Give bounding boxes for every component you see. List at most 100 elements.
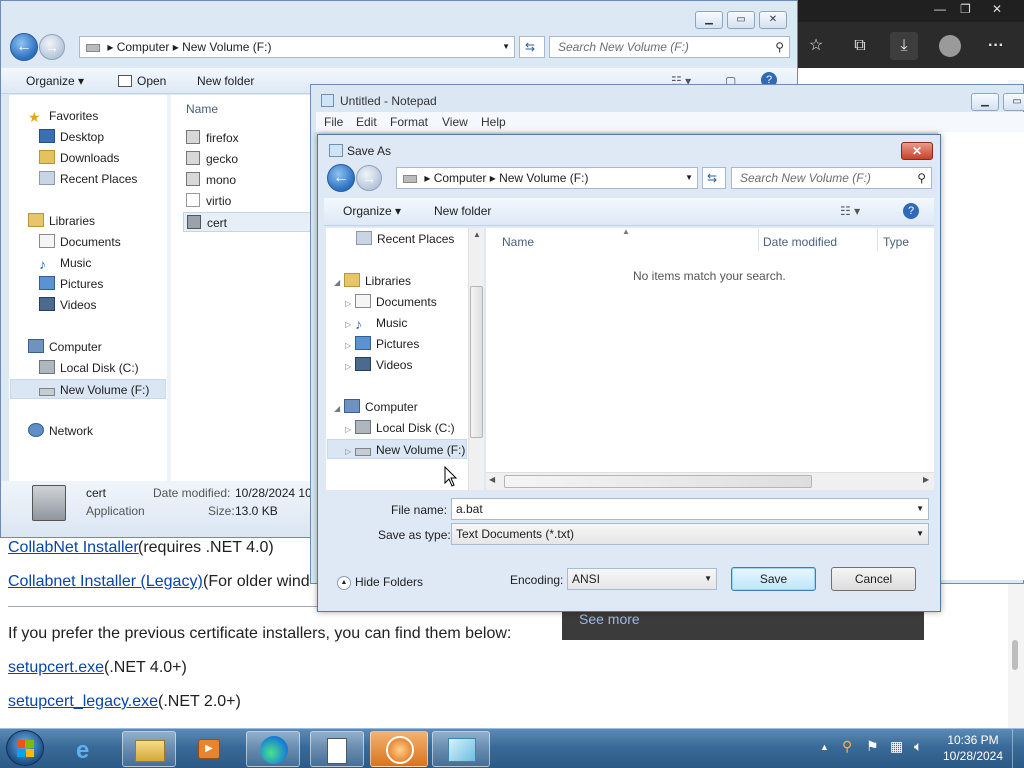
dialog-address-bar[interactable]: ▸ Computer ▸ New Volume (F:) ▼ xyxy=(396,167,698,189)
browser-close-button[interactable]: ✕ xyxy=(992,2,1002,16)
menu-format[interactable]: Format xyxy=(390,115,428,129)
nav-downloads[interactable]: Downloads xyxy=(39,148,119,168)
nav-desktop[interactable]: Desktop xyxy=(39,127,104,147)
horizontal-scrollbar[interactable]: ◀ ▶ xyxy=(486,472,934,490)
breadcrumb-volume[interactable]: New Volume (F:) xyxy=(499,171,588,185)
column-header-date-modified[interactable]: Date modified xyxy=(763,235,837,249)
tree-new-volume[interactable]: ▷ New Volume (F:) xyxy=(327,439,467,459)
tree-documents[interactable]: ▷ Documents xyxy=(345,292,437,312)
menu-edit[interactable]: Edit xyxy=(356,115,377,129)
back-arrow-icon[interactable]: ← xyxy=(327,164,355,192)
tree-local-disk[interactable]: ▷ Local Disk (C:) xyxy=(345,418,455,438)
file-name-input[interactable]: a.bat ▼ xyxy=(451,498,929,520)
setupcert-link[interactable]: setupcert.exe xyxy=(8,659,104,677)
tree-libraries[interactable]: ◢ Libraries xyxy=(334,271,411,291)
tree-computer[interactable]: ◢ Computer xyxy=(334,397,418,417)
save-button[interactable]: Save xyxy=(731,567,816,591)
menu-help[interactable]: Help xyxy=(481,115,506,129)
see-more-link[interactable]: See more xyxy=(579,611,640,627)
nav-pictures[interactable]: Pictures xyxy=(39,274,103,294)
network-tray-icon[interactable]: ▦ xyxy=(890,738,903,755)
show-desktop-button[interactable] xyxy=(1012,729,1024,768)
list-item[interactable]: gecko xyxy=(186,149,238,169)
notepad-text-area[interactable] xyxy=(938,132,1024,580)
menu-view[interactable]: View xyxy=(442,115,468,129)
new-folder-button[interactable]: New folder xyxy=(434,204,491,218)
list-item-selected[interactable]: cert xyxy=(183,212,311,232)
nav-recent-places[interactable]: Recent Places xyxy=(39,169,137,189)
forward-arrow-icon[interactable]: → xyxy=(356,165,382,191)
action-center-flag-icon[interactable]: ⚑ xyxy=(866,738,879,755)
maximize-button[interactable]: ▭ xyxy=(727,11,755,29)
installer-app-icon[interactable] xyxy=(370,731,428,767)
scroll-left-icon[interactable]: ◀ xyxy=(489,475,495,484)
profile-avatar-icon[interactable] xyxy=(936,32,964,60)
minimize-button[interactable]: ▁ xyxy=(971,93,999,111)
breadcrumb-computer[interactable]: Computer xyxy=(117,40,170,54)
scrollbar-thumb[interactable] xyxy=(470,286,483,438)
tree-recent-places[interactable]: Recent Places xyxy=(356,229,454,249)
search-input[interactable]: Search New Volume (F:) ⚲ xyxy=(549,36,790,58)
setupcert-legacy-link[interactable]: setupcert_legacy.exe xyxy=(8,693,158,711)
search-icon[interactable]: ⚲ xyxy=(775,37,784,57)
edge-icon[interactable] xyxy=(246,731,300,767)
view-options-icon[interactable]: ☷ ▾ xyxy=(840,204,860,218)
tree-videos[interactable]: ▷ Videos xyxy=(345,355,412,375)
breadcrumb-volume[interactable]: New Volume (F:) xyxy=(182,40,271,54)
collapsed-arrow-icon[interactable]: ▷ xyxy=(345,420,355,440)
collapsed-arrow-icon[interactable]: ▷ xyxy=(345,294,355,314)
search-icon[interactable]: ⚲ xyxy=(917,168,926,188)
maximize-button[interactable]: ▭ xyxy=(1003,93,1024,111)
nav-documents[interactable]: Documents xyxy=(39,232,121,252)
collapsed-arrow-icon[interactable]: ▷ xyxy=(345,336,355,356)
collabnet-installer-link[interactable]: CollabNet Installer xyxy=(8,539,139,557)
collections-icon[interactable]: ⧉ xyxy=(846,32,874,60)
nav-computer[interactable]: Computer xyxy=(28,337,102,357)
column-header-name[interactable]: Name xyxy=(502,235,534,249)
scroll-right-icon[interactable]: ▶ xyxy=(923,475,929,484)
address-bar[interactable]: ▸ Computer ▸ New Volume (F:) ▼ xyxy=(79,36,515,58)
nav-favorites[interactable]: ★ Favorites xyxy=(28,106,98,126)
hide-folders-toggle[interactable]: ▲ Hide Folders xyxy=(337,575,423,590)
nav-videos[interactable]: Videos xyxy=(39,295,96,315)
chevron-down-icon[interactable]: ▼ xyxy=(704,569,712,589)
expanded-arrow-icon[interactable]: ◢ xyxy=(334,273,344,293)
browser-restore-button[interactable]: ❐ xyxy=(960,2,971,16)
scrollbar-thumb[interactable] xyxy=(1012,640,1018,670)
browser-minimize-button[interactable]: — xyxy=(934,2,946,16)
start-button[interactable] xyxy=(6,730,44,766)
organize-menu[interactable]: Organize ▾ xyxy=(343,204,401,218)
collabnet-legacy-link[interactable]: Collabnet Installer (Legacy) xyxy=(8,573,203,591)
expanded-arrow-icon[interactable]: ◢ xyxy=(334,399,344,419)
nav-new-volume[interactable]: New Volume (F:) xyxy=(10,379,166,399)
scrollbar-thumb[interactable] xyxy=(504,475,812,488)
chevron-down-icon[interactable]: ▼ xyxy=(916,499,924,519)
new-folder-button[interactable]: New folder xyxy=(197,74,254,88)
refresh-icon[interactable]: ⇆ xyxy=(702,167,726,189)
collapsed-arrow-icon[interactable]: ▷ xyxy=(345,442,355,462)
column-header-name[interactable]: Name xyxy=(186,102,218,116)
close-button[interactable]: ✕ xyxy=(759,11,787,29)
chevron-down-icon[interactable]: ▼ xyxy=(502,37,510,57)
media-player-icon[interactable]: ▶ xyxy=(182,731,236,767)
pane-splitter[interactable] xyxy=(167,95,171,481)
nav-music[interactable]: ♪ Music xyxy=(39,253,91,273)
clock[interactable]: 10:36 PM 10/28/2024 xyxy=(938,732,1008,764)
more-menu-icon[interactable]: ··· xyxy=(982,32,1010,60)
list-item[interactable]: firefox xyxy=(186,128,239,148)
app-icon[interactable] xyxy=(432,731,490,767)
organize-menu[interactable]: Organize ▾ xyxy=(26,74,84,88)
notepad-icon[interactable] xyxy=(310,731,364,767)
scroll-up-icon[interactable]: ▲ xyxy=(473,230,481,239)
link-text[interactable]: CollabNet Installer xyxy=(8,539,139,556)
dialog-search-input[interactable]: Search New Volume (F:) ⚲ xyxy=(731,167,932,189)
column-header-type[interactable]: Type xyxy=(883,235,909,249)
nav-local-disk[interactable]: Local Disk (C:) xyxy=(39,358,139,378)
nav-network[interactable]: Network xyxy=(28,421,93,441)
internet-explorer-icon[interactable]: e xyxy=(62,731,116,767)
collapsed-arrow-icon[interactable]: ▷ xyxy=(345,315,355,335)
link-text[interactable]: setupcert_legacy.exe xyxy=(8,693,158,710)
volume-muted-icon[interactable]: 🔈︎ xyxy=(914,738,922,755)
back-arrow-icon[interactable]: ← xyxy=(10,33,38,61)
collapsed-arrow-icon[interactable]: ▷ xyxy=(345,357,355,377)
